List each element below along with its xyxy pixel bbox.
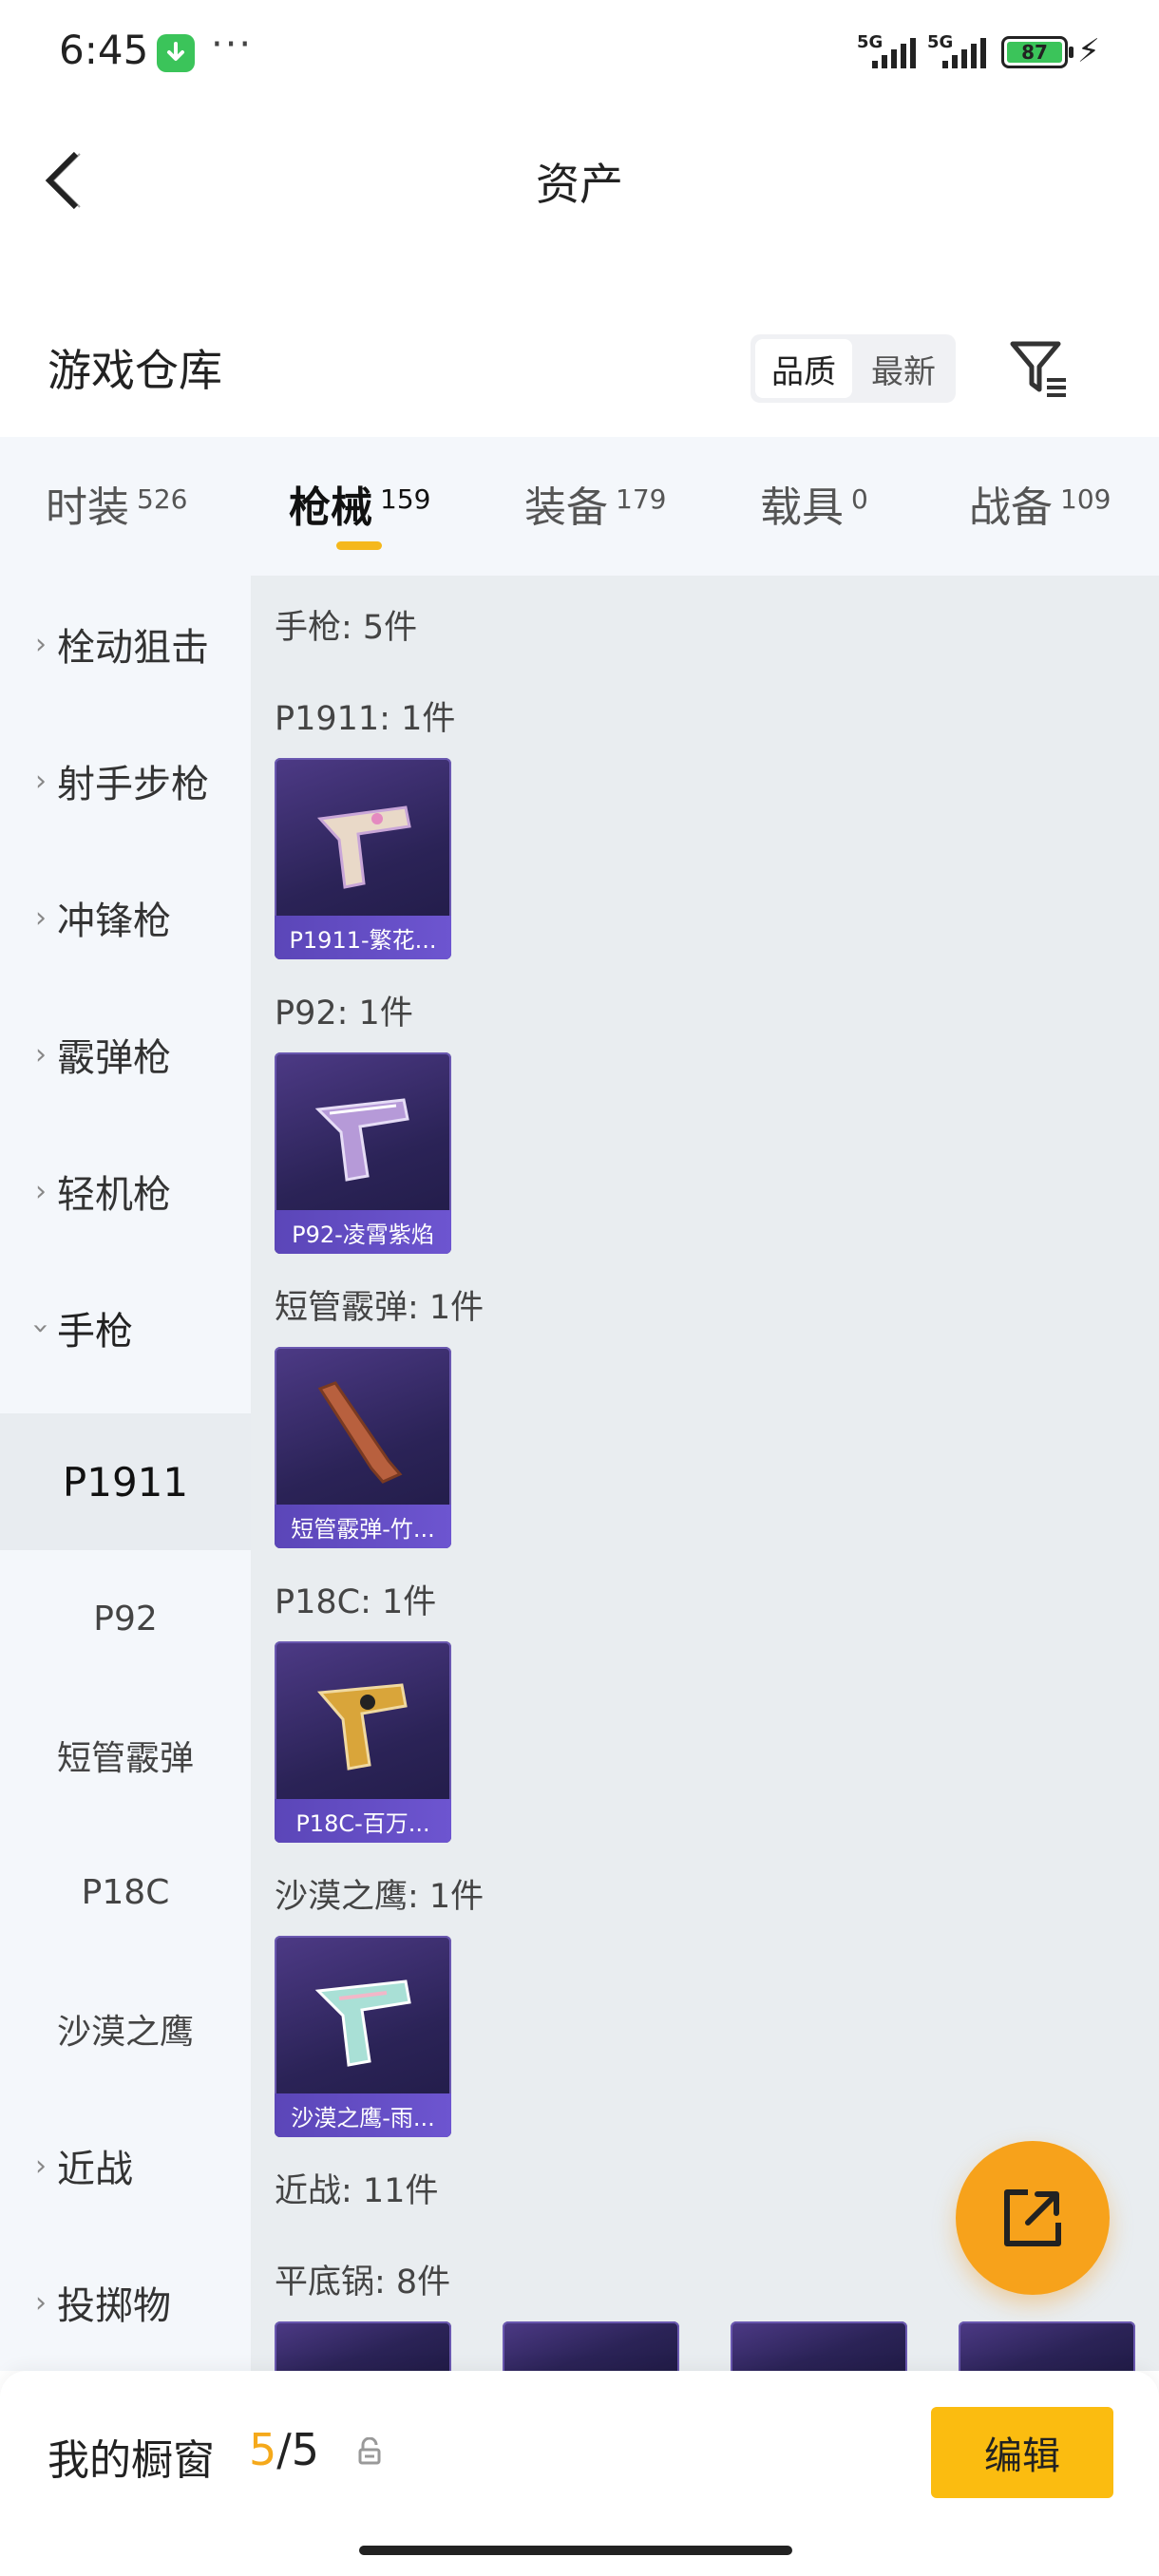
status-time: 6:45 [59,27,149,73]
tab-fashion[interactable]: 时装 526 [46,473,187,534]
item-name: P92-凌霄紫焰 [275,1210,451,1254]
shotgun-icon [317,1381,403,1484]
edit-button[interactable]: 编辑 [931,2407,1113,2498]
sub-item-desert-eagle[interactable]: 沙漠之鹰 [0,1960,251,2097]
showcase-count: 5/5 [249,2424,320,2475]
signal-2-icon: 5G [923,32,990,68]
chevron-right-icon: › [35,2285,47,2320]
item-card[interactable] [275,2321,451,2378]
nav-item-pistol[interactable]: › 手枪 [0,1260,251,1396]
pistol-icon [314,1979,411,2067]
item-card[interactable]: P92-凌霄紫焰 [275,1052,451,1254]
lock-icon [357,2436,382,2470]
nav-item-melee[interactable]: › 近战 [0,2097,251,2234]
sub-item-short-shotgun[interactable]: 短管霰弹 [0,1687,251,1824]
page-title: 资产 [536,159,623,210]
download-icon [157,34,195,72]
active-tab-indicator [336,541,382,550]
group-header: P1911: 1件 [275,700,456,738]
category-tabs: 时装 526 枪械 159 装备 179 载具 0 战备 109 [0,437,1159,576]
chevron-right-icon: › [35,2149,47,2183]
nav-item-bolt-action[interactable]: › 栓动狙击 [0,576,251,712]
filter-button[interactable] [1007,334,1074,401]
charging-icon: ⚡ [1077,32,1100,70]
chevron-right-icon: › [35,900,47,935]
sub-item-p1911[interactable]: P1911 [0,1413,251,1550]
more-notifications-icon: ··· [211,23,254,66]
home-indicator[interactable] [359,2546,792,2555]
group-header: 短管霰弹: 1件 [275,1289,484,1327]
item-card[interactable] [959,2321,1135,2378]
tab-guns[interactable]: 枪械 159 [289,473,430,534]
chevron-right-icon: › [35,1037,47,1071]
warehouse-title: 游戏仓库 [48,345,222,396]
group-header: 平底锅: 8件 [275,2263,451,2301]
sort-quality-button[interactable]: 品质 [755,339,852,398]
filter-icon [1010,341,1066,397]
chevron-right-icon: › [35,627,47,661]
item-card[interactable]: P1911-繁花... [275,758,451,959]
melee-section-header: 近战: 11件 [275,2172,439,2210]
sub-item-p18c[interactable]: P18C [0,1824,251,1960]
tab-battle-prep[interactable]: 战备 109 [969,473,1111,534]
group-header: P18C: 1件 [275,1583,437,1621]
item-card[interactable] [731,2321,907,2378]
status-bar: 6:45 ··· 5G 5G 87 ⚡ [0,0,1159,104]
chevron-right-icon: › [35,764,47,798]
item-card[interactable]: 沙漠之鹰-雨... [275,1936,451,2137]
category-sidebar: › 栓动狙击 › 射手步枪 › 冲锋枪 › 霰弹枪 › 轻机枪 › 手枪 P1911 P92… [0,576,251,2371]
sub-item-p92[interactable]: P92 [0,1550,251,1687]
item-name: 沙漠之鹰-雨... [275,2093,451,2137]
item-card[interactable]: 短管霰弹-竹... [275,1347,451,1548]
item-name: P1911-繁花... [275,916,451,959]
item-name: 短管霰弹-竹... [275,1505,451,1548]
group-header: P92: 1件 [275,994,413,1032]
pistol-icon [316,805,411,889]
share-button[interactable] [956,2141,1110,2295]
chevron-down-icon: › [24,1322,58,1334]
share-icon [1004,2189,1061,2246]
pistol-section-header: 手枪: 5件 [275,609,418,647]
pistol-icon [316,1683,408,1771]
item-card[interactable]: P18C-百万... [275,1641,451,1843]
nav-item-smg[interactable]: › 冲锋枪 [0,849,251,986]
signal-1-icon: 5G [853,32,920,68]
battery-level: 87 [1007,41,1062,64]
item-name: P18C-百万... [275,1799,451,1843]
pistol-icon [314,1098,409,1182]
tab-vehicles[interactable]: 载具 0 [760,473,868,534]
item-card[interactable] [503,2321,679,2378]
nav-item-shotgun[interactable]: › 霰弹枪 [0,986,251,1123]
nav-item-lmg[interactable]: › 轻机枪 [0,1123,251,1260]
nav-item-marksman[interactable]: › 射手步枪 [0,712,251,849]
chevron-right-icon: › [35,1174,47,1208]
battery-icon: 87 [1001,36,1074,68]
sort-newest-button[interactable]: 最新 [855,339,952,398]
group-header: 沙漠之鹰: 1件 [275,1878,484,1916]
showcase-label: 我的橱窗 [48,2436,215,2485]
nav-item-throwables[interactable]: › 投掷物 [0,2234,251,2371]
tab-equipment[interactable]: 装备 179 [524,473,666,534]
